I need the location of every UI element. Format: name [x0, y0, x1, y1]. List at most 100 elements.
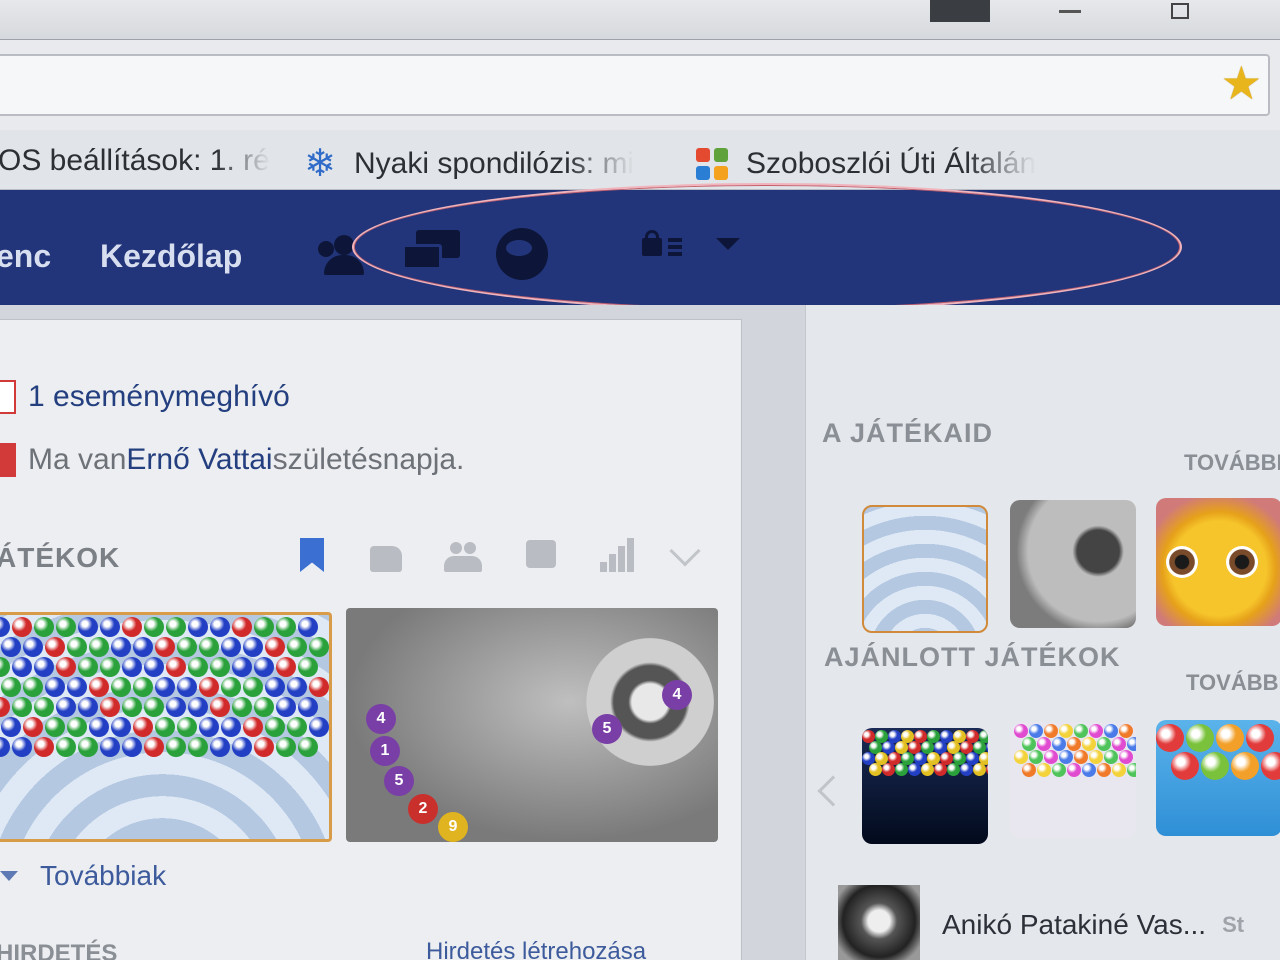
- bubble: [56, 737, 76, 757]
- bubble: [1096, 737, 1111, 751]
- bookmark-item[interactable]: ❄ Nyaki spondilózis: mi: [300, 144, 634, 184]
- bubble: [166, 657, 186, 677]
- bookmarks-bar: OS beállítások: 1. ré ❄ Nyaki spondilózi…: [0, 130, 1280, 190]
- game-tile-zuma[interactable]: [1010, 500, 1136, 628]
- bubble: [1014, 724, 1028, 738]
- profile-link[interactable]: enc: [0, 238, 51, 275]
- bubble: [89, 717, 109, 737]
- bubble: [309, 637, 329, 657]
- zuma-ball: 9: [438, 812, 468, 842]
- url-input[interactable]: [0, 54, 1270, 116]
- games-section-title: ÁTÉKOK: [0, 542, 121, 573]
- bubble: [166, 617, 186, 637]
- bubble: [972, 763, 986, 776]
- bubble: [1081, 763, 1096, 777]
- bubble: [122, 737, 142, 757]
- calendar-icon: [0, 380, 16, 414]
- bubble: [199, 637, 219, 657]
- bubble: [1104, 750, 1118, 764]
- zuma-shooter: [586, 638, 714, 766]
- bubble: [309, 677, 329, 697]
- bubble: [0, 737, 10, 757]
- bubble: [100, 657, 120, 677]
- bubble: [34, 617, 54, 637]
- game-tile-shooter[interactable]: [862, 728, 988, 844]
- bubble: [1021, 763, 1036, 777]
- bubble: [243, 677, 263, 697]
- bubble: [111, 637, 131, 657]
- window-menu-button[interactable]: [930, 0, 990, 22]
- bubble: [907, 763, 921, 776]
- bubble: [298, 737, 318, 757]
- bubble: [298, 697, 318, 717]
- bubble: [1096, 763, 1111, 777]
- bookmark-item[interactable]: OS beállítások: 1. ré: [0, 144, 270, 178]
- bubble: [298, 617, 318, 637]
- bubble: [920, 763, 934, 776]
- bubble: [122, 657, 142, 677]
- bubble: [1126, 763, 1136, 777]
- bubble: [78, 657, 98, 677]
- bubble: [1104, 724, 1118, 738]
- bubble: [265, 717, 285, 737]
- bubble: [23, 677, 43, 697]
- bubble: [210, 617, 230, 637]
- event-invite-label: 1 eseménymeghívó: [28, 380, 290, 413]
- bubble: [1119, 750, 1133, 764]
- bubble: [100, 617, 120, 637]
- maximize-button[interactable]: [1150, 0, 1210, 22]
- friend-suggestion-row[interactable]: Anikó Patakiné Vas... St: [838, 885, 1244, 960]
- bubble: [56, 617, 76, 637]
- birthday-person-link[interactable]: Ernő Vattai: [126, 443, 272, 477]
- bubble: [1029, 750, 1043, 764]
- friends-icon[interactable]: [442, 542, 484, 572]
- snowflake-icon: ❄: [304, 143, 336, 185]
- create-ad-link[interactable]: Hirdetés létrehozása: [426, 938, 646, 960]
- bubble: [254, 617, 274, 637]
- bubble: [210, 697, 230, 717]
- birthday-prefix: Ma van: [28, 443, 127, 476]
- minimize-button[interactable]: [1040, 0, 1100, 22]
- bookmark-item[interactable]: Szoboszlói Úti Általán: [692, 144, 1036, 184]
- game-tile-chick[interactable]: [1156, 498, 1280, 626]
- bubble: [1119, 724, 1133, 738]
- bubble: [232, 737, 252, 757]
- bubble-shooter-thumbnail[interactable]: [0, 612, 332, 842]
- friend-extra: St: [1222, 912, 1245, 937]
- bubble: [89, 637, 109, 657]
- game-tile-pastel-bubbles[interactable]: [1010, 722, 1136, 838]
- bubble: [133, 717, 153, 737]
- like-icon[interactable]: [370, 546, 402, 572]
- expand-triangle-icon: [0, 871, 18, 881]
- window-titlebar: [0, 0, 1280, 40]
- your-games-title: A JÁTÉKAID: [822, 418, 994, 448]
- game-tile-bubble[interactable]: [862, 505, 988, 633]
- bubble: [177, 677, 197, 697]
- bubble: [232, 617, 252, 637]
- game-tile-fruit[interactable]: [1156, 720, 1280, 836]
- comment-icon[interactable]: [526, 540, 556, 568]
- bookmark-star-icon[interactable]: ★: [1221, 60, 1262, 106]
- bubble: [1171, 752, 1199, 780]
- recommended-more-link[interactable]: TOVÁBBI: [1186, 670, 1280, 696]
- bubble: [23, 717, 43, 737]
- bubble: [0, 617, 10, 637]
- bubble: [12, 737, 32, 757]
- bubble: [287, 637, 307, 657]
- zuma-thumbnail[interactable]: 4 1 5 2 9 5 4: [346, 608, 718, 842]
- more-games-link[interactable]: Továbbiak: [0, 860, 166, 892]
- stats-icon[interactable]: [600, 538, 634, 572]
- bubble-grid: [0, 615, 329, 757]
- bubble: [144, 657, 164, 677]
- event-invite-row[interactable]: 1 eseménymeghívó: [0, 380, 290, 414]
- bubble: [298, 657, 318, 677]
- bubble: [1036, 763, 1051, 777]
- bubble: [34, 657, 54, 677]
- bubble: [188, 697, 208, 717]
- bubble: [45, 717, 65, 737]
- your-games-more-link[interactable]: TOVÁBBI: [1184, 450, 1280, 476]
- home-link[interactable]: Kezdőlap: [100, 238, 242, 275]
- bubble: [1014, 750, 1028, 764]
- bubble: [946, 763, 960, 776]
- bookmark-label: Szoboszlói Úti Általán: [746, 147, 1037, 180]
